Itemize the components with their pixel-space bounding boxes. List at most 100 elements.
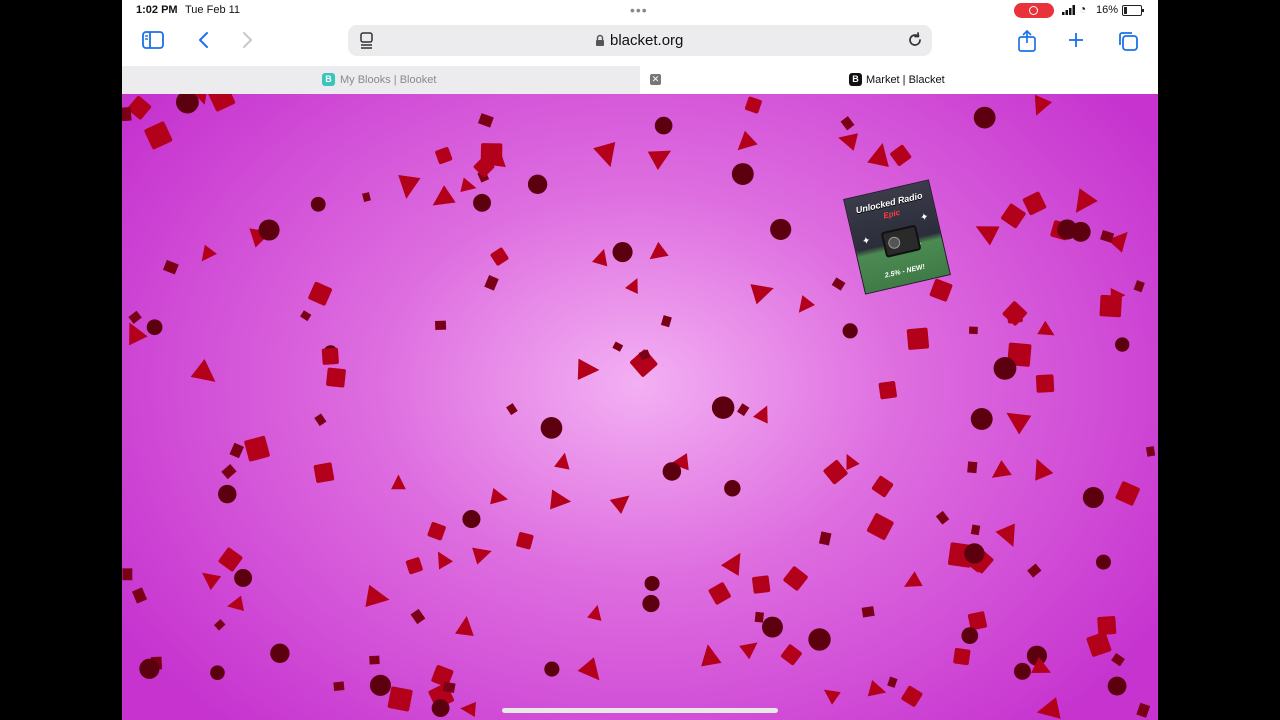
- market-page[interactable]: ✦ ✦ ✦ Unlocked Radio Epic 2.5% - NEW!: [122, 94, 1158, 720]
- confetti-shard: [970, 524, 981, 536]
- confetti-triangle: [720, 552, 741, 576]
- confetti-triangle: [647, 150, 672, 170]
- confetti-triangle: [903, 571, 923, 587]
- forward-icon[interactable]: [242, 31, 254, 49]
- confetti-triangle: [1075, 188, 1098, 213]
- confetti-square: [218, 547, 243, 572]
- confetti-shard: [122, 106, 132, 122]
- reader-icon[interactable]: [359, 32, 375, 49]
- confetti-circle: [644, 575, 660, 592]
- confetti-circle: [1013, 662, 1031, 680]
- share-icon[interactable]: [1017, 30, 1037, 52]
- confetti-shard: [131, 587, 148, 604]
- confetti-circle: [770, 218, 792, 240]
- confetti-square: [783, 566, 808, 591]
- confetti-shard: [506, 403, 518, 416]
- confetti-shard: [861, 606, 875, 618]
- close-tab-icon[interactable]: ✕: [650, 74, 661, 85]
- confetti-circle: [146, 319, 163, 336]
- confetti-shard: [968, 326, 978, 335]
- multitasking-dots-icon[interactable]: •••: [630, 2, 648, 18]
- confetti-shard: [300, 310, 312, 322]
- screen-recording-icon[interactable]: [1014, 3, 1054, 18]
- home-indicator[interactable]: [502, 708, 778, 713]
- confetti-circle: [270, 643, 290, 664]
- confetti-shard: [477, 113, 494, 128]
- confetti-triangle: [750, 284, 774, 305]
- tab-market[interactable]: ✕ B Market | Blacket: [640, 66, 1158, 94]
- confetti-triangle: [752, 405, 768, 424]
- confetti-shard: [122, 568, 133, 581]
- confetti-square: [744, 96, 762, 114]
- new-tab-icon[interactable]: [1067, 31, 1085, 49]
- confetti-square: [708, 582, 731, 605]
- confetti-circle: [1057, 219, 1078, 240]
- confetti-shard: [369, 655, 380, 665]
- tab-label: My Blooks | Blooket: [340, 74, 437, 86]
- confetti-shard: [831, 277, 846, 291]
- confetti-circle: [473, 193, 491, 212]
- tabs-overview-icon[interactable]: [1117, 30, 1139, 52]
- confetti-circle: [961, 627, 979, 645]
- confetti-shard: [362, 192, 371, 202]
- confetti-shard: [484, 275, 499, 291]
- confetti-triangle: [1036, 697, 1061, 719]
- confetti-shard: [754, 611, 764, 623]
- reload-icon[interactable]: [906, 31, 924, 49]
- confetti-square: [427, 521, 446, 541]
- confetti-circle: [431, 699, 450, 718]
- confetti-triangle: [460, 701, 476, 717]
- confetti-square: [866, 513, 894, 540]
- confetti-triangle: [649, 241, 669, 260]
- confetti-circle: [544, 661, 560, 677]
- confetti-shard: [314, 413, 327, 427]
- confetti-triangle: [577, 657, 600, 681]
- confetti-square: [405, 557, 423, 575]
- confetti-shard: [162, 259, 179, 275]
- confetti-shard: [1111, 652, 1125, 667]
- confetti-square: [387, 686, 413, 712]
- confetti-circle: [462, 510, 481, 529]
- sparkle-icon: ✦: [919, 211, 930, 225]
- confetti-circle: [258, 219, 280, 241]
- confetti-circle: [176, 94, 199, 114]
- confetti-triangle: [975, 226, 1000, 246]
- confetti-square: [244, 435, 270, 462]
- tab-bar: B My Blooks | Blooket ✕ B Market | Black…: [122, 66, 1158, 95]
- confetti-shard: [229, 442, 244, 459]
- confetti-shard: [128, 310, 142, 324]
- confetti-triangle: [609, 495, 630, 514]
- address-bar[interactable]: blacket.org: [348, 25, 932, 56]
- confetti-shard: [935, 510, 950, 525]
- confetti-circle: [970, 408, 993, 430]
- tab-my-blooks[interactable]: B My Blooks | Blooket: [122, 66, 640, 94]
- confetti-circle: [731, 163, 754, 186]
- confetti-circle: [964, 543, 985, 564]
- confetti-triangle: [432, 185, 456, 206]
- confetti-shard: [612, 341, 624, 352]
- back-icon[interactable]: [197, 31, 209, 49]
- status-date: Tue Feb 11: [185, 4, 241, 16]
- tab-label: Market | Blacket: [866, 74, 945, 86]
- confetti-shard: [213, 619, 226, 631]
- confetti-square: [1086, 631, 1112, 657]
- confetti-circle: [527, 174, 548, 195]
- confetti-square: [953, 647, 971, 666]
- confetti-shard: [887, 676, 898, 688]
- confetti-shard: [1145, 446, 1156, 457]
- confetti-triangle: [472, 547, 492, 565]
- confetti-shard: [1136, 702, 1151, 718]
- confetti-circle: [662, 462, 682, 481]
- confetti-triangle: [838, 133, 859, 151]
- confetti-circle: [808, 628, 831, 651]
- confetti-shard: [840, 116, 855, 131]
- confetti-circle: [761, 616, 783, 638]
- confetti-triangle: [867, 680, 887, 697]
- confetti-circle: [1107, 676, 1127, 696]
- confetti-triangle: [190, 359, 216, 382]
- confetti-circle: [1115, 337, 1130, 352]
- url-text[interactable]: blacket.org: [610, 32, 683, 49]
- confetti-square: [321, 347, 339, 365]
- sidebar-icon[interactable]: [142, 31, 164, 49]
- confetti-shard: [410, 608, 426, 625]
